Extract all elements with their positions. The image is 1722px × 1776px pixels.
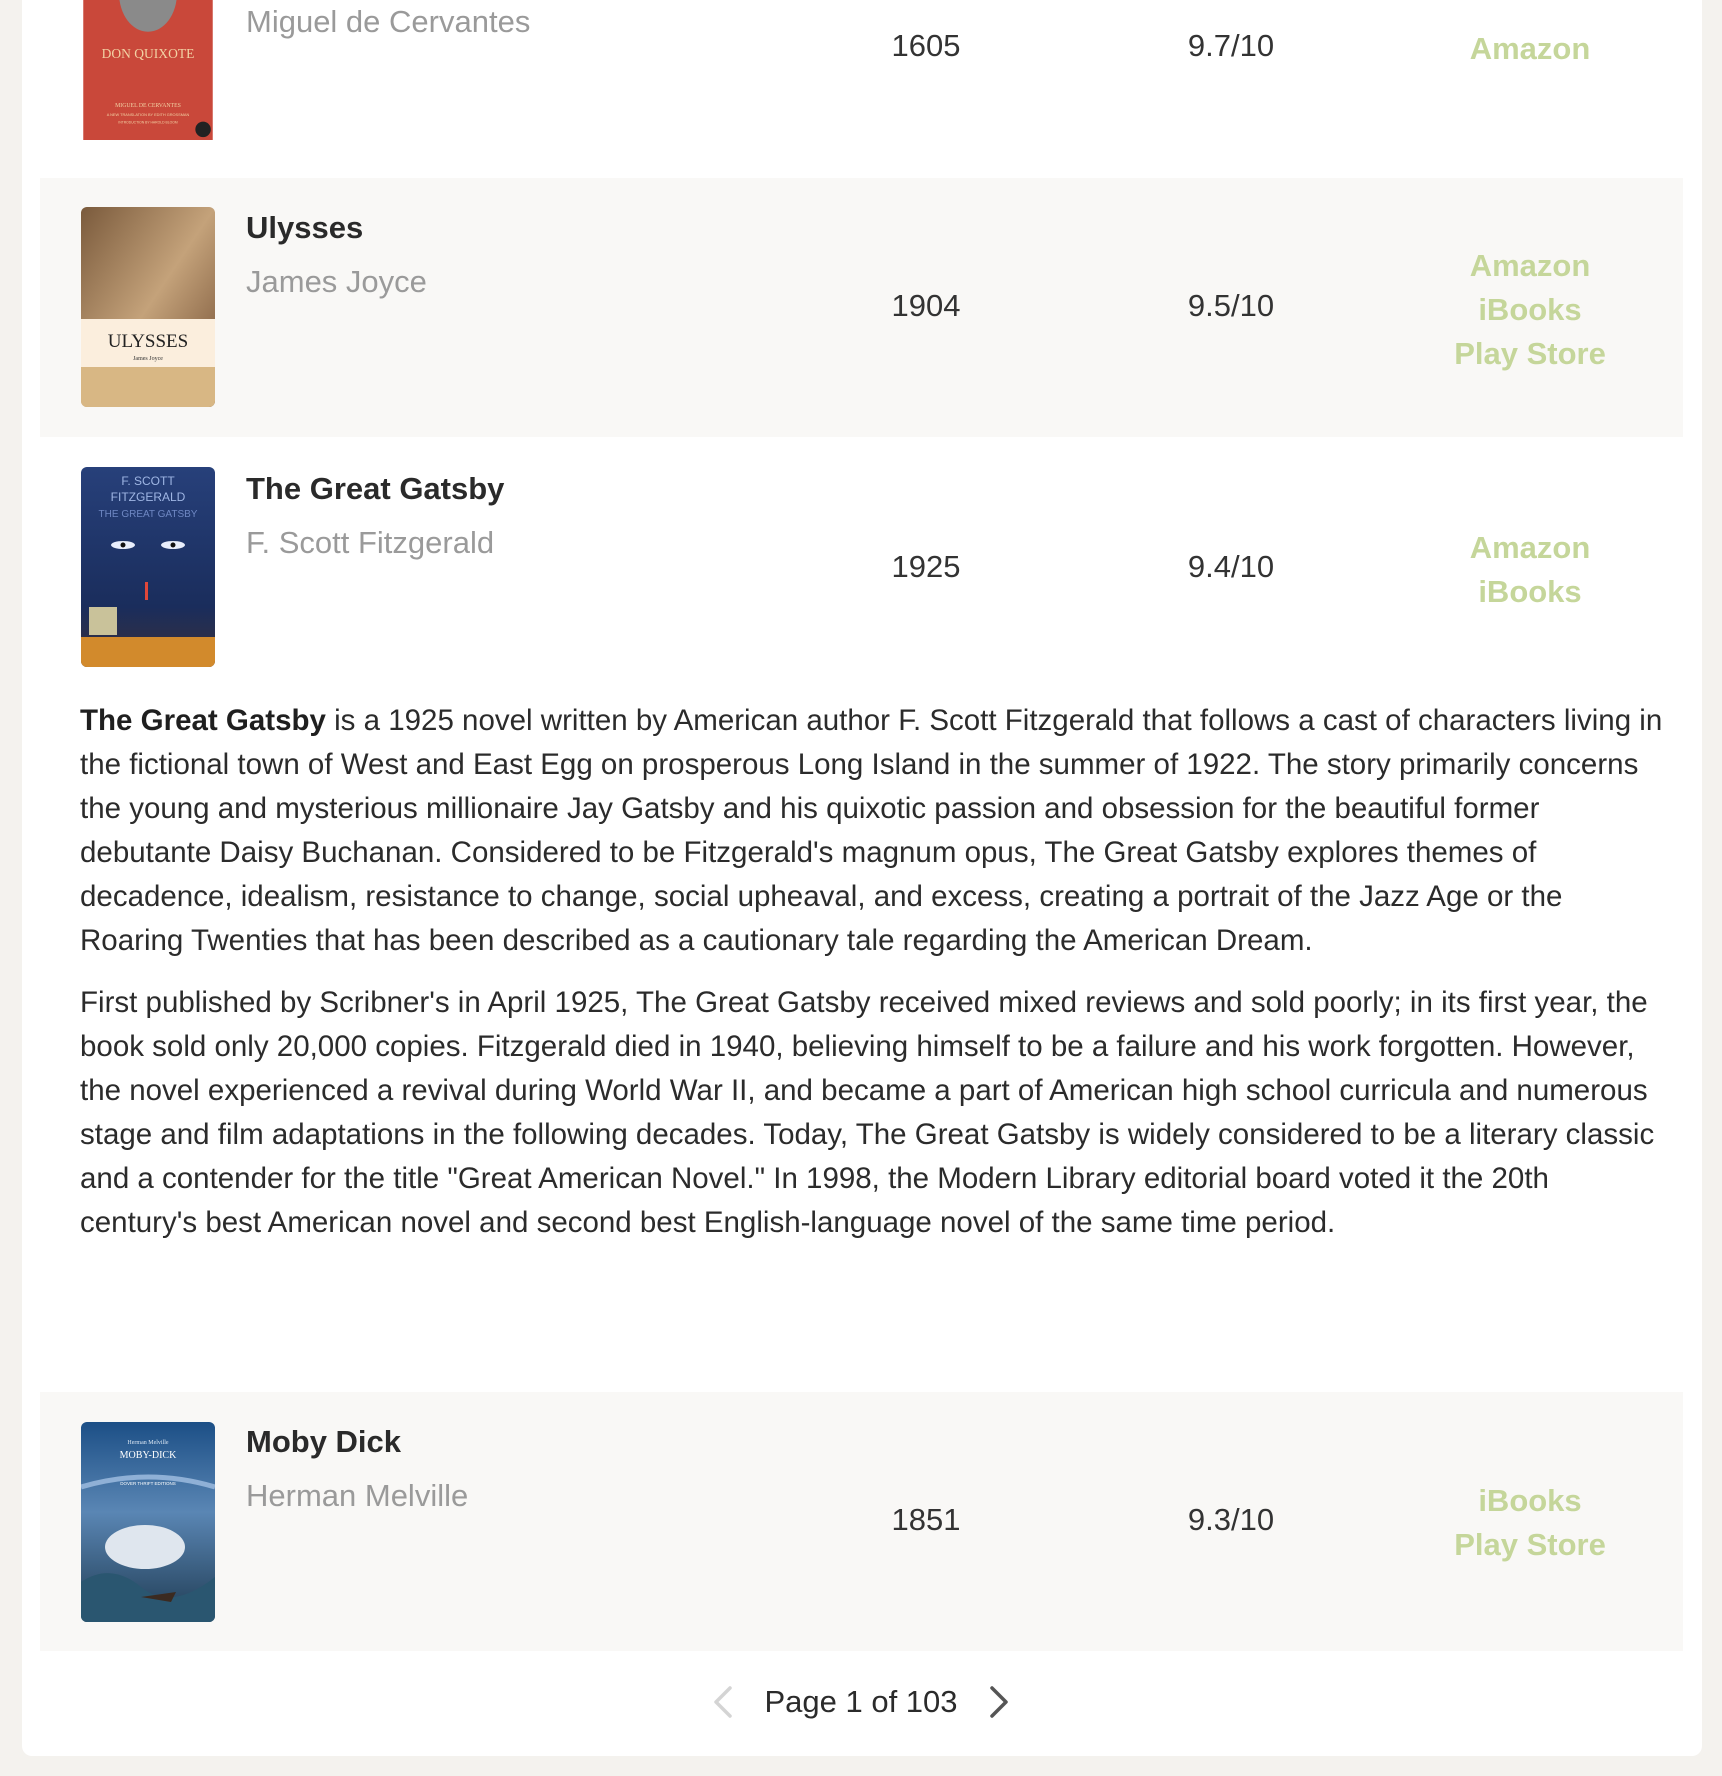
cover-author: James Joyce bbox=[133, 356, 163, 362]
book-rating: 9.7/10 bbox=[1187, 28, 1275, 63]
book-year: 1605 bbox=[891, 28, 961, 63]
book-author: Miguel de Cervantes bbox=[246, 4, 531, 39]
book-author: Herman Melville bbox=[246, 1478, 469, 1513]
cover-edition: DOVER THRIFT EDITIONS bbox=[120, 1481, 176, 1486]
book-year: 1925 bbox=[891, 549, 961, 584]
chevron-right-icon[interactable] bbox=[986, 1682, 1012, 1722]
store-link-ibooks[interactable]: iBooks bbox=[1420, 570, 1640, 614]
book-row-moby-dick[interactable]: Herman Melville MOBY-DICK DOVER THRIFT E… bbox=[40, 1392, 1683, 1651]
store-link-play-store[interactable]: Play Store bbox=[1420, 332, 1640, 376]
book-title[interactable]: Moby Dick bbox=[246, 1424, 401, 1460]
book-row-don-quixote[interactable]: DON QUIXOTE MIGUEL DE CERVANTES A NEW TR… bbox=[40, 0, 1683, 177]
cover-author: MIGUEL DE CERVANTES bbox=[115, 103, 181, 109]
description-paragraph-1: The Great Gatsby is a 1925 novel written… bbox=[80, 699, 1670, 963]
book-cover-great-gatsby[interactable]: F. SCOTT FITZGERALD THE GREAT GATSBY bbox=[81, 467, 215, 667]
page-indicator: Page 1 of 103 bbox=[764, 1684, 958, 1719]
store-links: Amazon iBooks Play Store bbox=[1420, 244, 1640, 376]
description-paragraph-2: First published by Scribner's in April 1… bbox=[80, 986, 1655, 1239]
store-link-ibooks[interactable]: iBooks bbox=[1420, 1479, 1640, 1523]
cover-title: MOBY-DICK bbox=[120, 1450, 177, 1461]
cover-intro: INTRODUCTION BY HAROLD BLOOM bbox=[118, 121, 178, 125]
description-paragraph-1-text: is a 1925 novel written by American auth… bbox=[80, 704, 1663, 957]
store-link-amazon[interactable]: Amazon bbox=[1420, 27, 1640, 71]
book-cover-don-quixote[interactable]: DON QUIXOTE MIGUEL DE CERVANTES A NEW TR… bbox=[81, 0, 215, 147]
book-year: 1904 bbox=[891, 288, 961, 323]
description-lead-title: The Great Gatsby bbox=[80, 704, 326, 737]
don-quixote-cover-art: DON QUIXOTE MIGUEL DE CERVANTES A NEW TR… bbox=[83, 0, 213, 140]
cover-title: DON QUIXOTE bbox=[102, 46, 195, 61]
book-rating: 9.4/10 bbox=[1187, 549, 1275, 584]
book-rating: 9.3/10 bbox=[1187, 1502, 1275, 1537]
book-description-great-gatsby: The Great Gatsby is a 1925 novel written… bbox=[80, 699, 1670, 1263]
ulysses-cover-art: ULYSSES James Joyce bbox=[81, 207, 215, 407]
pagination: Page 1 of 103 bbox=[0, 1682, 1722, 1728]
store-link-ibooks[interactable]: iBooks bbox=[1420, 288, 1640, 332]
book-cover-ulysses[interactable]: ULYSSES James Joyce bbox=[81, 207, 215, 407]
store-link-play-store[interactable]: Play Store bbox=[1420, 1523, 1640, 1567]
cover-author-line2: FITZGERALD bbox=[111, 490, 186, 504]
book-row-ulysses[interactable]: ULYSSES James Joyce Ulysses James Joyce … bbox=[40, 178, 1683, 437]
cover-title: ULYSSES bbox=[108, 331, 188, 352]
chevron-left-icon[interactable] bbox=[710, 1682, 736, 1722]
book-author: James Joyce bbox=[246, 264, 427, 299]
book-cover-moby-dick[interactable]: Herman Melville MOBY-DICK DOVER THRIFT E… bbox=[81, 1422, 215, 1622]
store-link-amazon[interactable]: Amazon bbox=[1420, 244, 1640, 288]
store-links: Amazon iBooks bbox=[1420, 526, 1640, 614]
store-links: iBooks Play Store bbox=[1420, 1479, 1640, 1567]
cover-author-line1: F. SCOTT bbox=[121, 474, 175, 488]
book-title[interactable]: Ulysses bbox=[246, 210, 363, 246]
cover-translator: A NEW TRANSLATION BY EDITH GROSSMAN bbox=[107, 113, 190, 117]
moby-dick-cover-art: Herman Melville MOBY-DICK DOVER THRIFT E… bbox=[81, 1422, 215, 1622]
book-year: 1851 bbox=[891, 1502, 961, 1537]
cover-title: THE GREAT GATSBY bbox=[99, 509, 198, 520]
great-gatsby-cover-art: F. SCOTT FITZGERALD THE GREAT GATSBY bbox=[81, 467, 215, 667]
book-author: F. Scott Fitzgerald bbox=[246, 525, 495, 560]
store-links: Amazon bbox=[1420, 27, 1640, 71]
cover-author: Herman Melville bbox=[127, 1440, 168, 1446]
book-rating: 9.5/10 bbox=[1187, 288, 1275, 323]
store-link-amazon[interactable]: Amazon bbox=[1420, 526, 1640, 570]
book-title[interactable]: The Great Gatsby bbox=[246, 471, 504, 507]
